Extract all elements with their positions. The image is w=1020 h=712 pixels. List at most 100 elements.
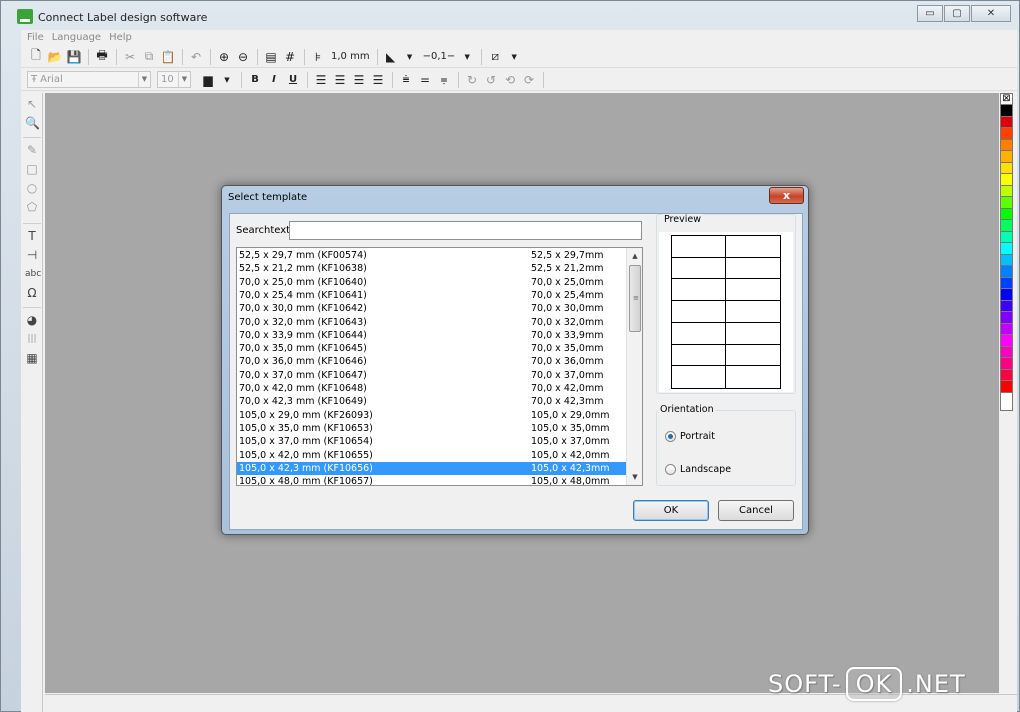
color-swatch[interactable] [1001, 197, 1012, 209]
ellipse-tool-icon[interactable]: ○ [25, 181, 39, 195]
print-icon[interactable]: 🖶 [93, 48, 111, 66]
shape-layer-icon[interactable]: ⧄ [486, 48, 504, 66]
barcode-tool-icon[interactable]: ||| [25, 332, 39, 346]
template-list-item[interactable]: 70,0 x 30,0 mm (KF10642) 70,0 x 30,0mm [237, 302, 627, 315]
color-swatch[interactable] [1001, 323, 1012, 335]
color-swatch[interactable] [1001, 231, 1012, 243]
template-list-item[interactable]: 105,0 x 48,0 mm (KF10657) 105,0 x 48,0mm [237, 475, 627, 485]
text-color-icon[interactable]: ▆ [199, 71, 217, 89]
color-swatch[interactable] [1001, 277, 1012, 289]
template-list-item[interactable]: 70,0 x 42,0 mm (KF10648) 70,0 x 42,0mm [237, 382, 627, 395]
italic-button[interactable]: I [265, 71, 283, 89]
valign-bottom-icon[interactable]: ⩦ [435, 71, 453, 89]
polygon-tool-icon[interactable]: ⬠ [25, 200, 39, 214]
rotate-270-icon[interactable]: ⟳ [520, 71, 538, 89]
template-list-item[interactable]: 105,0 x 35,0 mm (KF10653) 105,0 x 35,0mm [237, 422, 627, 435]
color-swatch[interactable] [1001, 116, 1012, 128]
page-setup-icon[interactable]: ▤ [262, 48, 280, 66]
menu-language[interactable]: Language [52, 30, 101, 45]
portrait-radio[interactable] [665, 431, 676, 442]
font-name-select[interactable]: Ŧ Arial ▼ [27, 71, 151, 88]
color-swatch[interactable] [1001, 162, 1012, 174]
align-center-icon[interactable]: ☰ [331, 71, 349, 89]
template-list-item[interactable]: 105,0 x 42,0 mm (KF10655) 105,0 x 42,0mm [237, 449, 627, 462]
template-list-item[interactable]: 70,0 x 42,3 mm (KF10649) 70,0 x 42,3mm [237, 395, 627, 408]
ok-button[interactable]: OK [633, 500, 709, 521]
color-swatch[interactable] [1001, 174, 1012, 186]
copy-icon[interactable]: ⧉ [140, 48, 158, 66]
spellcheck-tool-icon[interactable]: abc [25, 267, 41, 281]
color-swatch[interactable] [1001, 105, 1012, 117]
color-swatch[interactable] [1001, 185, 1012, 197]
zoom-in-icon[interactable]: ⊕ [215, 48, 233, 66]
color-swatch[interactable] [1001, 381, 1012, 393]
template-list-item[interactable]: 70,0 x 25,0 mm (KF10640) 70,0 x 25,0mm [237, 276, 627, 289]
scroll-down-icon[interactable]: ▼ [627, 469, 642, 485]
template-list-item[interactable]: 70,0 x 32,0 mm (KF10643) 70,0 x 32,0mm [237, 316, 627, 329]
chevron-down-icon[interactable]: ▼ [458, 48, 476, 66]
image-tool-icon[interactable]: ◕ [25, 313, 39, 327]
template-list-item[interactable]: 70,0 x 37,0 mm (KF10647) 70,0 x 37,0mm [237, 369, 627, 382]
color-swatch[interactable] [1001, 300, 1012, 312]
template-list-scrollbar[interactable]: ▲ ≡ ▼ [626, 248, 642, 485]
chevron-down-icon[interactable]: ▼ [505, 48, 523, 66]
cancel-button[interactable]: Cancel [718, 500, 794, 521]
template-list-item[interactable]: 70,0 x 35,0 mm (KF10645) 70,0 x 35,0mm [237, 342, 627, 355]
template-list-item[interactable]: 70,0 x 33,9 mm (KF10644) 70,0 x 33,9mm [237, 329, 627, 342]
color-swatch[interactable] [1001, 254, 1012, 266]
rotate-0-icon[interactable]: ↻ [463, 71, 481, 89]
color-swatch[interactable] [1001, 139, 1012, 151]
paste-icon[interactable]: 📋 [159, 48, 177, 66]
zoom-out-icon[interactable]: ⊖ [234, 48, 252, 66]
chevron-down-icon[interactable]: ▼ [401, 48, 419, 66]
landscape-option[interactable]: Landscape [665, 464, 731, 475]
grid-icon[interactable]: # [281, 48, 299, 66]
template-list-item[interactable]: 70,0 x 25,4 mm (KF10641) 70,0 x 25,4mm [237, 289, 627, 302]
text-tool-icon[interactable]: T [25, 229, 39, 243]
template-list-item[interactable]: 105,0 x 42,3 mm (KF10656) 105,0 x 42,3mm [237, 461, 627, 476]
color-swatch[interactable] [1001, 220, 1012, 232]
bold-button[interactable]: B [246, 71, 264, 89]
new-document-icon[interactable]: 🗋 [27, 48, 45, 66]
template-list-item[interactable]: 105,0 x 37,0 mm (KF10654) 105,0 x 37,0mm [237, 435, 627, 448]
color-swatch[interactable] [1001, 335, 1012, 347]
search-input[interactable] [289, 221, 642, 240]
line-width-value[interactable]: 1,0 mm [328, 51, 373, 62]
color-swatch[interactable] [1001, 208, 1012, 220]
template-list-item[interactable]: 52,5 x 29,7 mm (KF00574) 52,5 x 29,7mm [237, 249, 627, 262]
dialog-close-button[interactable]: x [769, 187, 804, 204]
align-justify-icon[interactable]: ☰ [369, 71, 387, 89]
line-style-value[interactable]: −0,1− [420, 51, 459, 62]
color-swatch[interactable] [1001, 358, 1012, 370]
align-right-icon[interactable]: ☰ [350, 71, 368, 89]
template-list-item[interactable]: 70,0 x 36,0 mm (KF10646) 70,0 x 36,0mm [237, 355, 627, 368]
undo-icon[interactable]: ↶ [187, 48, 205, 66]
color-swatch[interactable] [1001, 266, 1012, 278]
pointer-tool-icon[interactable]: ↖ [25, 97, 39, 111]
open-folder-icon[interactable]: 📂 [46, 48, 64, 66]
zoom-tool-icon[interactable]: 🔍 [25, 116, 40, 130]
rotate-180-icon[interactable]: ⟲ [501, 71, 519, 89]
valign-top-icon[interactable]: ⩧ [397, 71, 415, 89]
chevron-down-icon[interactable]: ▼ [218, 71, 236, 89]
pencil-tool-icon[interactable]: ✎ [25, 143, 39, 157]
color-swatch[interactable] [1001, 369, 1012, 381]
scroll-thumb[interactable]: ≡ [629, 265, 641, 332]
maximize-button[interactable]: ▢ [944, 5, 970, 22]
color-swatch[interactable] [1001, 243, 1012, 255]
cut-icon[interactable]: ✂ [121, 48, 139, 66]
align-left-icon[interactable]: ☰ [312, 71, 330, 89]
menu-file[interactable]: File [27, 30, 44, 45]
template-list-item[interactable]: 105,0 x 29,0 mm (KF26093) 105,0 x 29,0mm [237, 409, 627, 422]
minimize-button[interactable]: ▭ [917, 5, 943, 22]
fill-bucket-icon[interactable]: ◣ [382, 48, 400, 66]
save-icon[interactable]: 💾 [65, 48, 83, 66]
close-button[interactable]: ✕ [971, 5, 1011, 22]
template-list[interactable]: 105,0 x 48,0 mm (KF10657) 105,0 x 48,0mm 1… [236, 247, 643, 486]
color-swatch[interactable] [1001, 312, 1012, 324]
color-swatch[interactable] [1001, 346, 1012, 358]
rectangle-tool-icon[interactable]: □ [25, 162, 39, 176]
no-color-swatch[interactable]: ⊠ [1001, 94, 1012, 105]
menu-help[interactable]: Help [109, 30, 132, 45]
database-tool-icon[interactable]: ▦ [25, 351, 39, 365]
